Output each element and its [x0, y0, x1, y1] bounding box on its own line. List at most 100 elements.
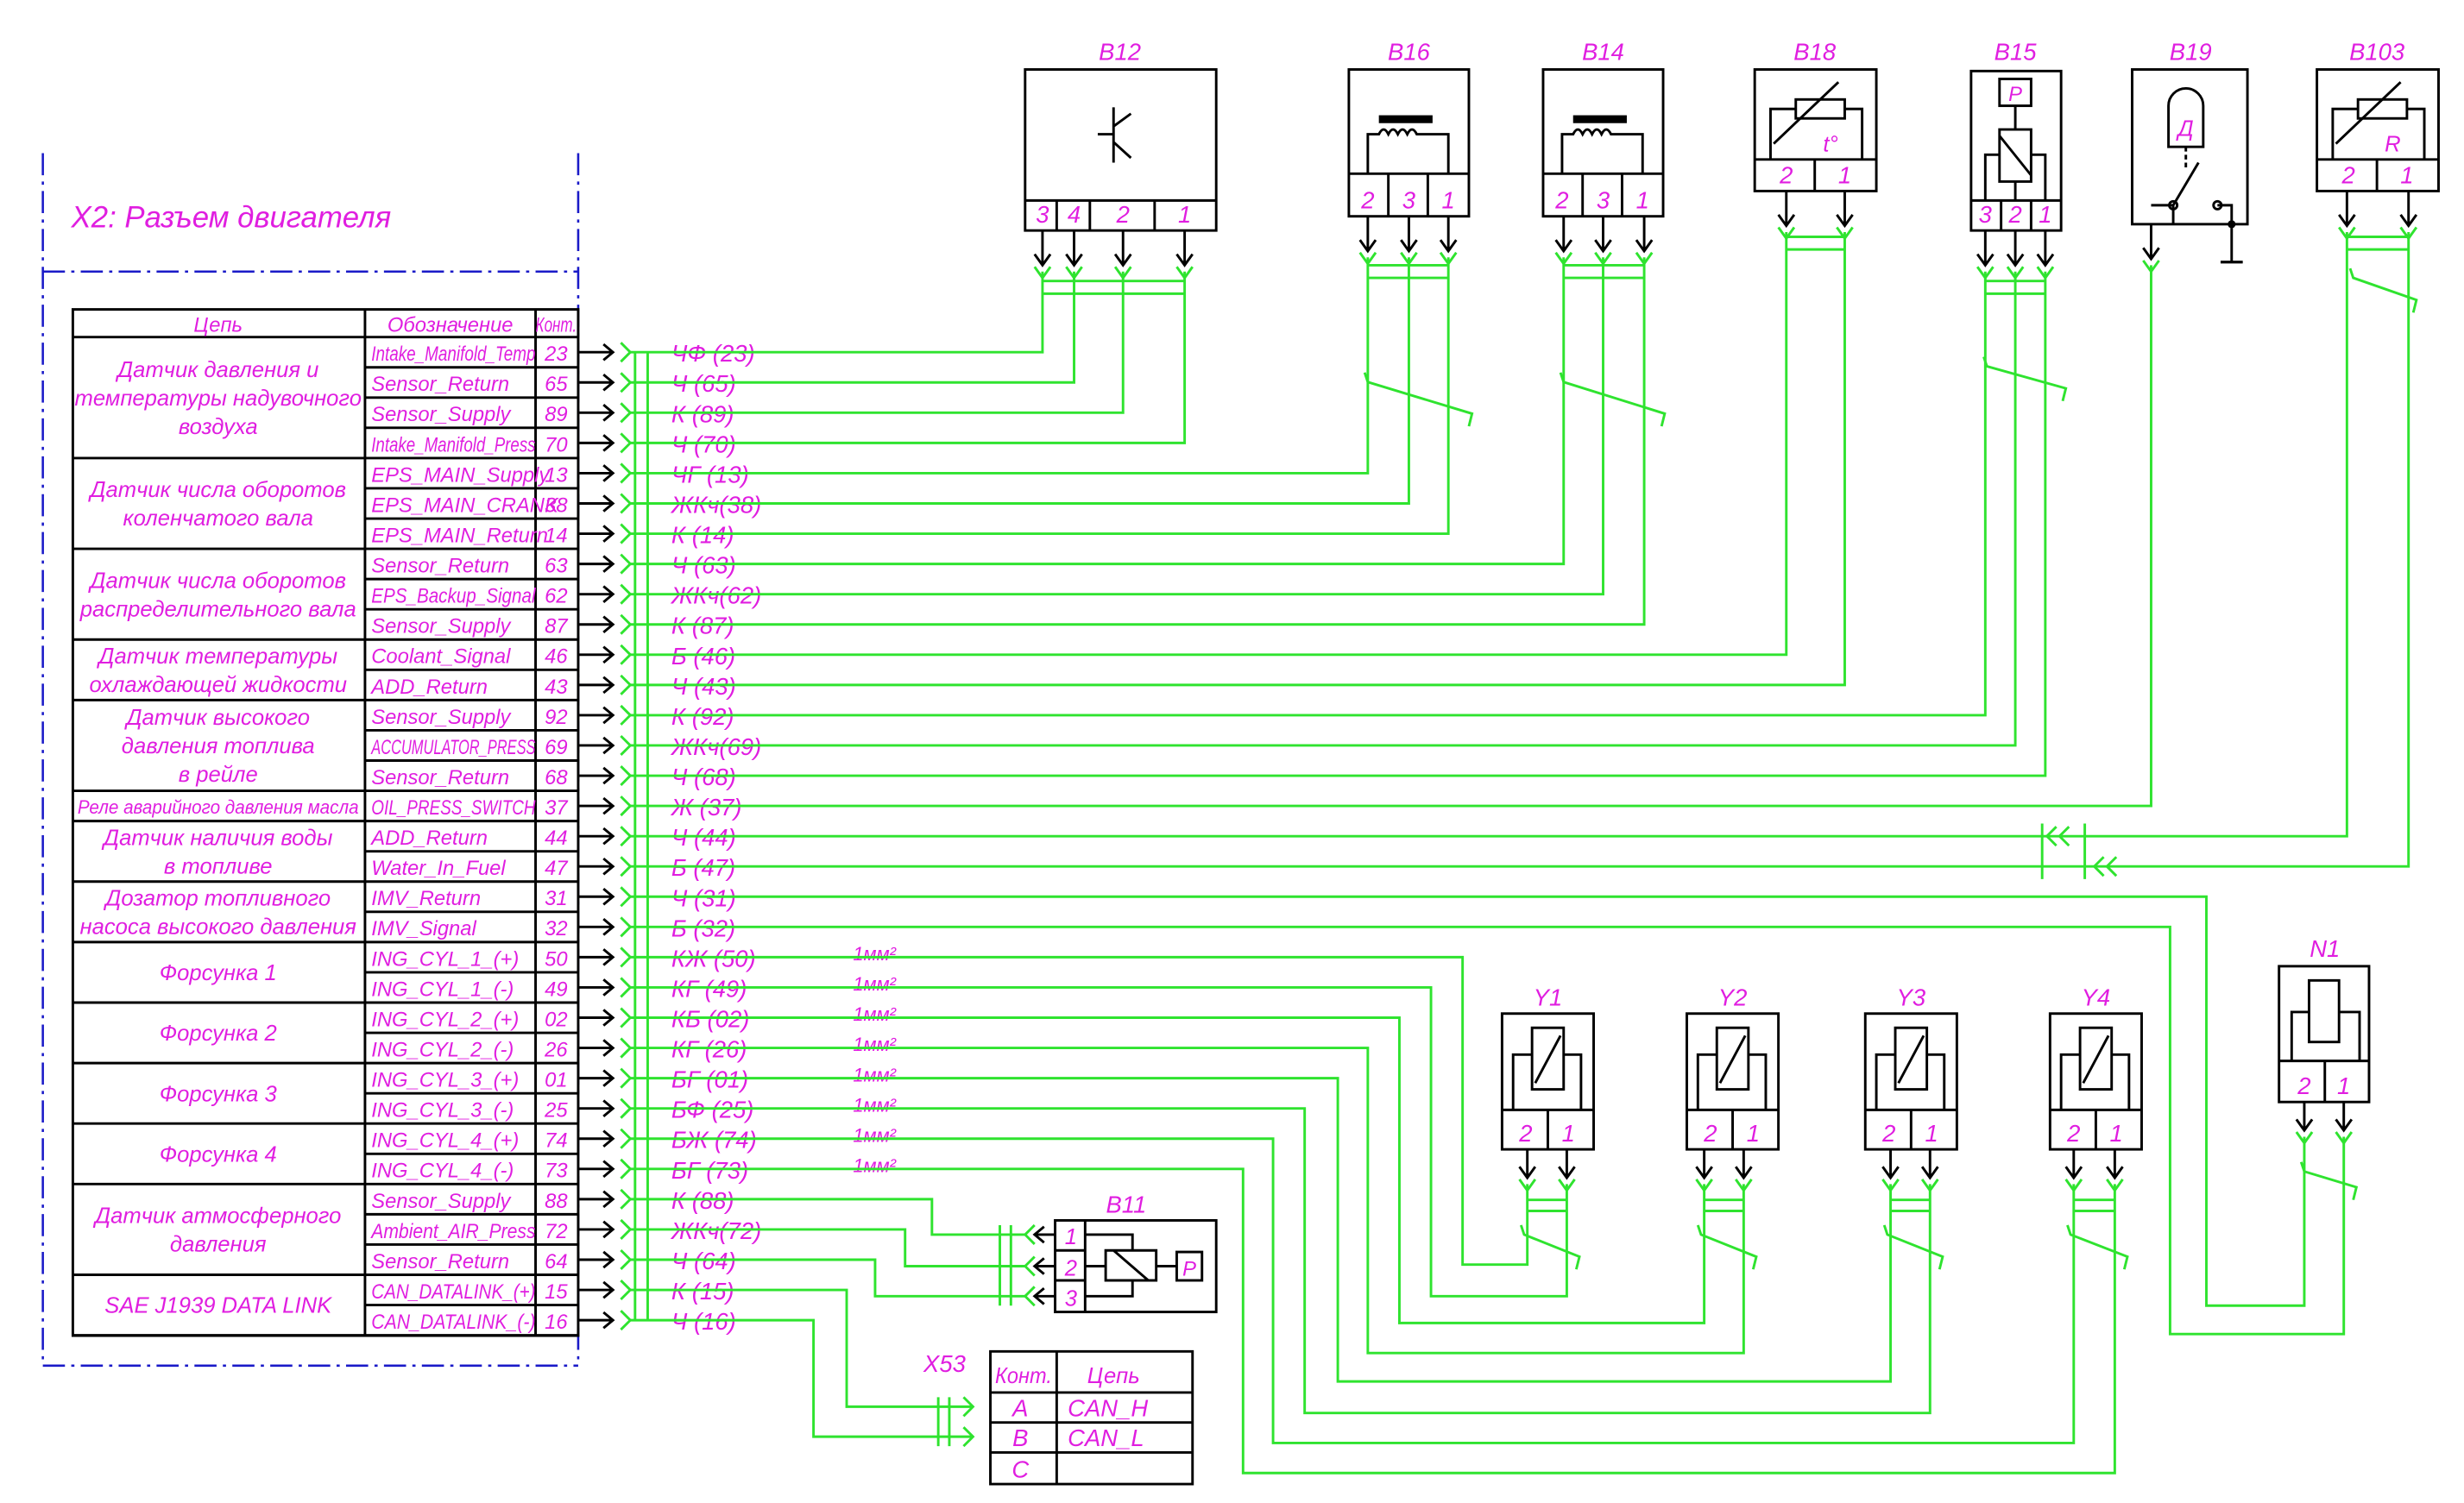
- symbol-mark: Д: [2176, 116, 2194, 141]
- x53-circuit: CAN_H: [1068, 1394, 1148, 1421]
- pin-arrow: [1554, 216, 1573, 254]
- pin-arrow: [577, 857, 615, 876]
- wire-section-label: 1мм²: [853, 1094, 896, 1116]
- pin-arrow: [577, 918, 615, 936]
- wire-chevron: [620, 1007, 633, 1028]
- pin-number: 25: [544, 1099, 568, 1123]
- wire-label: КГ (49): [671, 975, 747, 1002]
- circuit-name: температуры надувочного: [74, 387, 362, 411]
- table-header: Цепь: [193, 313, 243, 336]
- symbol-mark: P: [1182, 1258, 1196, 1281]
- pin-arrow: [1175, 230, 1194, 267]
- pin-number: 23: [544, 343, 568, 366]
- pin-arrow: [1032, 1225, 1056, 1244]
- pin-designation: OIL_PRESS_SWITCH: [371, 796, 536, 820]
- pin-arrow: [577, 1160, 615, 1179]
- circuit-name: Форсунка 2: [160, 1022, 277, 1046]
- pin-label: 1: [1442, 187, 1455, 214]
- pin-arrow: [1695, 1149, 1713, 1180]
- sensor-element-icon: [1983, 105, 2047, 201]
- bundle-mark: [1882, 1198, 1944, 1270]
- variable-line-icon: [2331, 81, 2426, 160]
- pin-designation: ING_CYL_1_(-): [371, 978, 514, 1001]
- pin-number: 69: [545, 736, 567, 759]
- pin-row: [2050, 1108, 2142, 1150]
- pin-arrow: [577, 827, 615, 846]
- wire-label: ЖКч(38): [670, 491, 761, 518]
- pin-arrow: [577, 1220, 615, 1239]
- x53-circuit: CAN_L: [1068, 1424, 1144, 1451]
- pin-designation: Sensor_Return: [371, 1250, 509, 1273]
- wire-label: К (88): [671, 1187, 734, 1214]
- pin-label: 1: [1562, 1120, 1575, 1147]
- pin-designation: Sensor_Return: [371, 373, 509, 396]
- pin-label: 2: [1360, 187, 1374, 214]
- pin-designation: IMV_Return: [371, 887, 481, 910]
- pin-arrow: [577, 1099, 615, 1117]
- coil-line-icon: [2059, 1034, 2131, 1110]
- pin-label: 2: [2341, 161, 2355, 188]
- pin-designation: CAN_DATALINK_(-): [371, 1311, 535, 1334]
- wire-chevron: [620, 674, 633, 695]
- wire-chevron: [620, 765, 633, 787]
- pin-number: 01: [545, 1069, 567, 1092]
- pin-label: 1: [1925, 1120, 1938, 1147]
- pin-number: 43: [545, 676, 568, 699]
- pin-number: 13: [545, 463, 568, 487]
- bundle-mark: [1042, 236, 2409, 295]
- coil-line-icon: [1511, 1034, 1583, 1110]
- pin-arrow: [1881, 1149, 1900, 1180]
- pin-number: 38: [545, 494, 568, 517]
- symbol-mark: R: [2385, 133, 2401, 157]
- pin-arrow: [2064, 1149, 2083, 1180]
- wire-chevron: [620, 1188, 633, 1210]
- wire-chevron: [620, 856, 633, 877]
- pin-designation: Ambient_AIR_Press: [369, 1220, 535, 1243]
- pin-arrow: [2006, 230, 2025, 267]
- wire: [630, 1318, 975, 1448]
- pin-label: 1: [2400, 161, 2413, 188]
- wiring-diagram: X2: Разъем двигателя Цепь Обозначение Конт…: [41, 39, 2440, 1486]
- wire-label: КГ (26): [671, 1036, 747, 1063]
- wire: [630, 1016, 1706, 1324]
- pin-arrow: [1032, 1257, 1056, 1275]
- circuit-name: в топливе: [164, 854, 273, 878]
- pin-number: 31: [545, 887, 567, 910]
- component-label: B14: [1582, 39, 1624, 66]
- pin-arrow: [577, 1009, 615, 1027]
- x53-pin: B: [1012, 1424, 1028, 1451]
- wire-label: Б (32): [671, 915, 735, 941]
- wire-chevron: [620, 916, 633, 938]
- pin-label: 1: [1178, 201, 1191, 228]
- circuit-name: коленчатого вала: [123, 506, 313, 531]
- pin-label: 2: [1881, 1120, 1895, 1147]
- wire-chevron: [620, 1158, 633, 1179]
- pin-number: 02: [545, 1008, 567, 1031]
- wire-chevron: [620, 1128, 633, 1149]
- wire-label: БЖ (74): [671, 1127, 757, 1154]
- wire-chevron: [620, 1280, 633, 1301]
- circuit-name: Реле аварийного давления масла: [78, 796, 359, 818]
- frame-title: X2: Разъем двигателя: [71, 201, 392, 234]
- wire: [630, 271, 2047, 777]
- pin-arrow: [577, 1250, 615, 1269]
- wire-label: Ч (68): [671, 764, 736, 790]
- x53-header: Конт.: [995, 1364, 1052, 1388]
- valve-body-icon: [2290, 1010, 2361, 1061]
- x53-pin: A: [1011, 1394, 1028, 1421]
- pin-arrow: [577, 736, 615, 755]
- contact-dot: [2212, 199, 2223, 211]
- pin-arrow: [577, 1069, 615, 1087]
- pin-designation: Sensor_Supply: [371, 706, 512, 729]
- pin-number: 88: [545, 1190, 568, 1213]
- pin-arrow: [1032, 1287, 1056, 1305]
- wire-label: Ч (31): [671, 884, 736, 911]
- pin-number: 64: [545, 1250, 567, 1273]
- pin-number: 46: [545, 645, 568, 669]
- wire-chevron: [620, 826, 633, 847]
- pin-number: 73: [545, 1160, 568, 1183]
- circuit-name: SAE J1939 DATA LINK: [104, 1294, 333, 1318]
- pin-arrow: [2295, 1102, 2314, 1133]
- pin-arrow: [1976, 230, 1995, 267]
- wire-section-label: 1мм²: [853, 1124, 896, 1146]
